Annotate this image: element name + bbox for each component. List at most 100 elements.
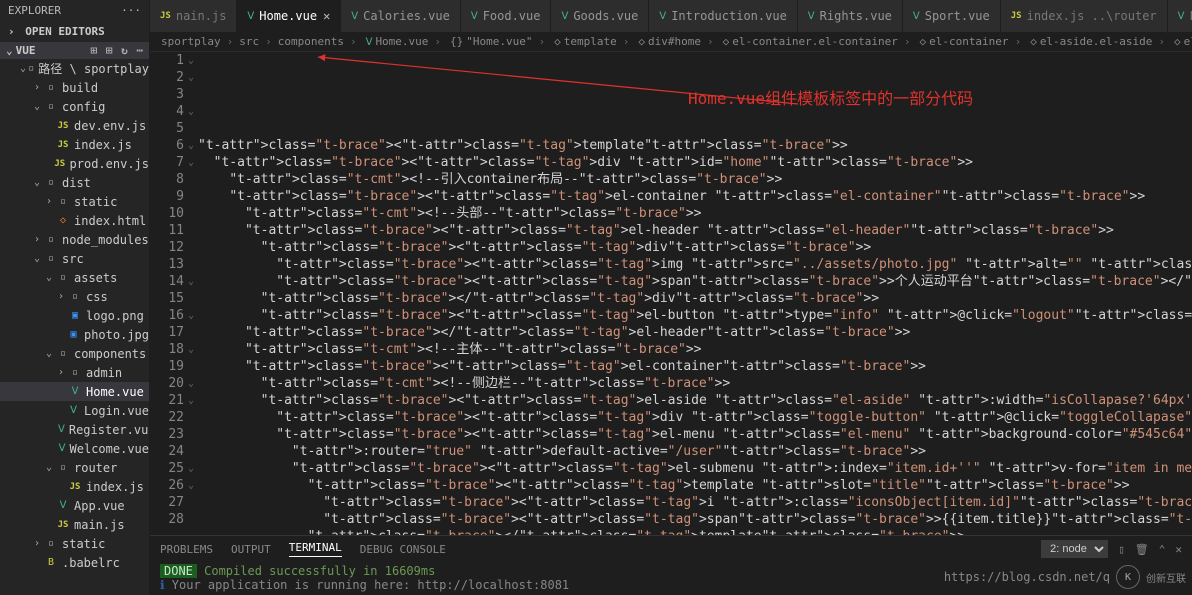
line-number[interactable]: 11 xyxy=(150,222,184,239)
tree-file[interactable]: ▣logo.png xyxy=(0,306,149,325)
code-line[interactable]: "t-attr">class="t-brace"><"t-attr">class… xyxy=(198,256,1192,273)
line-number[interactable]: 5 xyxy=(150,120,184,137)
code-line[interactable]: "t-attr">:router="true" "t-attr">default… xyxy=(198,443,1192,460)
code-line[interactable]: "t-attr">class="t-cmt"><!--侧边栏--"t-attr"… xyxy=(198,375,1192,392)
fold-icon[interactable]: ⌄ xyxy=(188,375,194,392)
breadcrumb-item[interactable]: ◇template xyxy=(551,35,617,48)
line-number[interactable]: 22 xyxy=(150,409,184,426)
code-line[interactable]: "t-attr">class="t-brace"><"t-attr">class… xyxy=(198,188,1192,205)
fold-icon[interactable]: ⌄ xyxy=(188,103,194,120)
fold-icon[interactable]: ⌄ xyxy=(188,154,194,171)
tree-folder[interactable]: ⌄▫router xyxy=(0,458,149,477)
line-number[interactable]: 26⌄ xyxy=(150,477,184,494)
breadcrumb[interactable]: sportplay›src›components›ⅤHome.vue›{}"Ho… xyxy=(150,32,1192,52)
code-line[interactable]: "t-attr">class="t-brace"><"t-attr">class… xyxy=(198,460,1192,477)
tree-folder[interactable]: ›▫static xyxy=(0,192,149,211)
editor-tab[interactable]: JSindex.js ..\router xyxy=(1001,0,1168,32)
fold-icon[interactable]: ⌄ xyxy=(188,307,194,324)
tree-folder[interactable]: ›▫static xyxy=(0,534,149,553)
breadcrumb-item[interactable]: ◇el-container xyxy=(916,35,1008,48)
line-number[interactable]: 9 xyxy=(150,188,184,205)
code-line[interactable]: "t-attr">class="t-brace"><"t-attr">class… xyxy=(198,154,1192,171)
line-number[interactable]: 18⌄ xyxy=(150,341,184,358)
new-file-icon[interactable]: ⊞ xyxy=(91,44,98,57)
line-number[interactable]: 16⌄ xyxy=(150,307,184,324)
fold-icon[interactable]: ⌄ xyxy=(188,273,194,290)
close-panel-icon[interactable]: ✕ xyxy=(1175,543,1182,556)
explorer-more-icon[interactable]: ··· xyxy=(121,4,141,17)
fold-icon[interactable]: ⌄ xyxy=(188,477,194,494)
fold-icon[interactable]: ⌄ xyxy=(188,341,194,358)
tree-file[interactable]: ⅤApp.vue xyxy=(0,496,149,515)
line-number[interactable]: 25⌄ xyxy=(150,460,184,477)
breadcrumb-item[interactable]: ◇div#home xyxy=(635,35,701,48)
line-number[interactable]: 10 xyxy=(150,205,184,222)
code-line[interactable]: "t-attr">class="t-cmt"><!--主体--"t-attr">… xyxy=(198,341,1192,358)
fold-icon[interactable]: ⌄ xyxy=(188,460,194,477)
tree-file[interactable]: B.babelrc xyxy=(0,553,149,572)
tree-folder[interactable]: ⌄▫config xyxy=(0,97,149,116)
close-icon[interactable]: ✕ xyxy=(323,9,330,23)
line-number[interactable]: 6⌄ xyxy=(150,137,184,154)
line-number[interactable]: 28 xyxy=(150,511,184,528)
tree-file[interactable]: JSmain.js xyxy=(0,515,149,534)
code-line[interactable]: "t-attr">class="t-brace"><"t-attr">class… xyxy=(198,392,1192,409)
line-number[interactable]: 17 xyxy=(150,324,184,341)
tree-folder[interactable]: ⌄▫dist xyxy=(0,173,149,192)
tree-file[interactable]: JSindex.js xyxy=(0,135,149,154)
panel-tab-problems[interactable]: PROBLEMS xyxy=(160,543,213,556)
split-terminal-icon[interactable]: ▯ xyxy=(1118,543,1125,556)
editor-tab[interactable]: ⅤSport.vue xyxy=(903,0,1001,32)
breadcrumb-item[interactable]: ⅤHome.vue xyxy=(363,35,429,48)
breadcrumb-item[interactable]: components xyxy=(278,35,344,48)
fold-icon[interactable]: ⌄ xyxy=(188,392,194,409)
line-number[interactable]: 21⌄ xyxy=(150,392,184,409)
open-editors-section[interactable]: › OPEN EDITORS xyxy=(0,21,149,42)
code-line[interactable]: "t-attr">class="t-cmt"><!--引入container布局… xyxy=(198,171,1192,188)
breadcrumb-item[interactable]: ◇el-container.el-container xyxy=(720,35,898,48)
code-content[interactable]: Home.vue组件模板标签中的一部分代码 "t-attr">class="t-… xyxy=(198,52,1192,535)
line-number[interactable]: 24 xyxy=(150,443,184,460)
project-header[interactable]: ⌄VUE ⊞ ⊞ ↻ ⋯ xyxy=(0,42,149,59)
breadcrumb-item[interactable]: {}"Home.vue" xyxy=(447,35,532,48)
tree-file[interactable]: ▣photo.jpg xyxy=(0,325,149,344)
code-line[interactable]: "t-attr">class="t-brace"><"t-attr">class… xyxy=(198,239,1192,256)
tree-folder[interactable]: ›▫node_modules xyxy=(0,230,149,249)
line-number[interactable]: 14⌄ xyxy=(150,273,184,290)
tree-file[interactable]: JSindex.js xyxy=(0,477,149,496)
tree-folder[interactable]: ⌄▫src xyxy=(0,249,149,268)
breadcrumb-item[interactable]: ◇el-menu.el-menu xyxy=(1171,35,1192,48)
tree-folder[interactable]: ›▫admin xyxy=(0,363,149,382)
collapse-icon[interactable]: ⋯ xyxy=(136,44,143,57)
code-line[interactable]: "t-attr">class="t-brace"></"t-attr">clas… xyxy=(198,528,1192,535)
editor-tab[interactable]: ⅤCalories.vue xyxy=(341,0,461,32)
editor-tab[interactable]: ⅤGoods.vue xyxy=(551,0,649,32)
editor-tab[interactable]: ⅤHome.vue✕ xyxy=(237,0,341,32)
panel-tab-terminal[interactable]: TERMINAL xyxy=(289,541,342,557)
editor-tab[interactable]: ⅤRights.vue xyxy=(798,0,903,32)
code-line[interactable]: "t-attr">class="t-brace"><"t-attr">class… xyxy=(198,273,1192,290)
code-line[interactable]: "t-attr">class="t-brace"><"t-attr">class… xyxy=(198,511,1192,528)
fold-icon[interactable]: ⌄ xyxy=(188,137,194,154)
tree-folder[interactable]: ⌄▫components xyxy=(0,344,149,363)
tree-folder[interactable]: ⌄▫路径 \ sportplay xyxy=(0,59,149,78)
line-number[interactable]: 7⌄ xyxy=(150,154,184,171)
code-line[interactable]: "t-attr">class="t-brace"></"t-attr">clas… xyxy=(198,324,1192,341)
code-line[interactable]: "t-attr">class="t-brace"><"t-attr">class… xyxy=(198,494,1192,511)
editor-tab[interactable]: ⅤLog xyxy=(1168,0,1192,32)
tree-file[interactable]: ⅤWelcome.vue xyxy=(0,439,149,458)
line-number[interactable]: 15 xyxy=(150,290,184,307)
fold-icon[interactable]: ⌄ xyxy=(188,69,194,86)
code-line[interactable]: "t-attr">class="t-brace"><"t-attr">class… xyxy=(198,409,1192,426)
code-line[interactable]: "t-attr">class="t-brace"><"t-attr">class… xyxy=(198,137,1192,154)
terminal-output[interactable]: DONE Compiled successfully in 16609ms ℹ … xyxy=(150,562,1192,594)
code-line[interactable]: "t-attr">class="t-cmt"><!--头部--"t-attr">… xyxy=(198,205,1192,222)
breadcrumb-item[interactable]: src xyxy=(239,35,259,48)
tree-folder[interactable]: ›▫build xyxy=(0,78,149,97)
refresh-icon[interactable]: ↻ xyxy=(121,44,128,57)
editor-tab[interactable]: JSnain.js xyxy=(150,0,237,32)
line-number[interactable]: 20⌄ xyxy=(150,375,184,392)
line-number[interactable]: 4⌄ xyxy=(150,103,184,120)
tree-file[interactable]: ◇index.html xyxy=(0,211,149,230)
tree-file[interactable]: JSdev.env.js xyxy=(0,116,149,135)
